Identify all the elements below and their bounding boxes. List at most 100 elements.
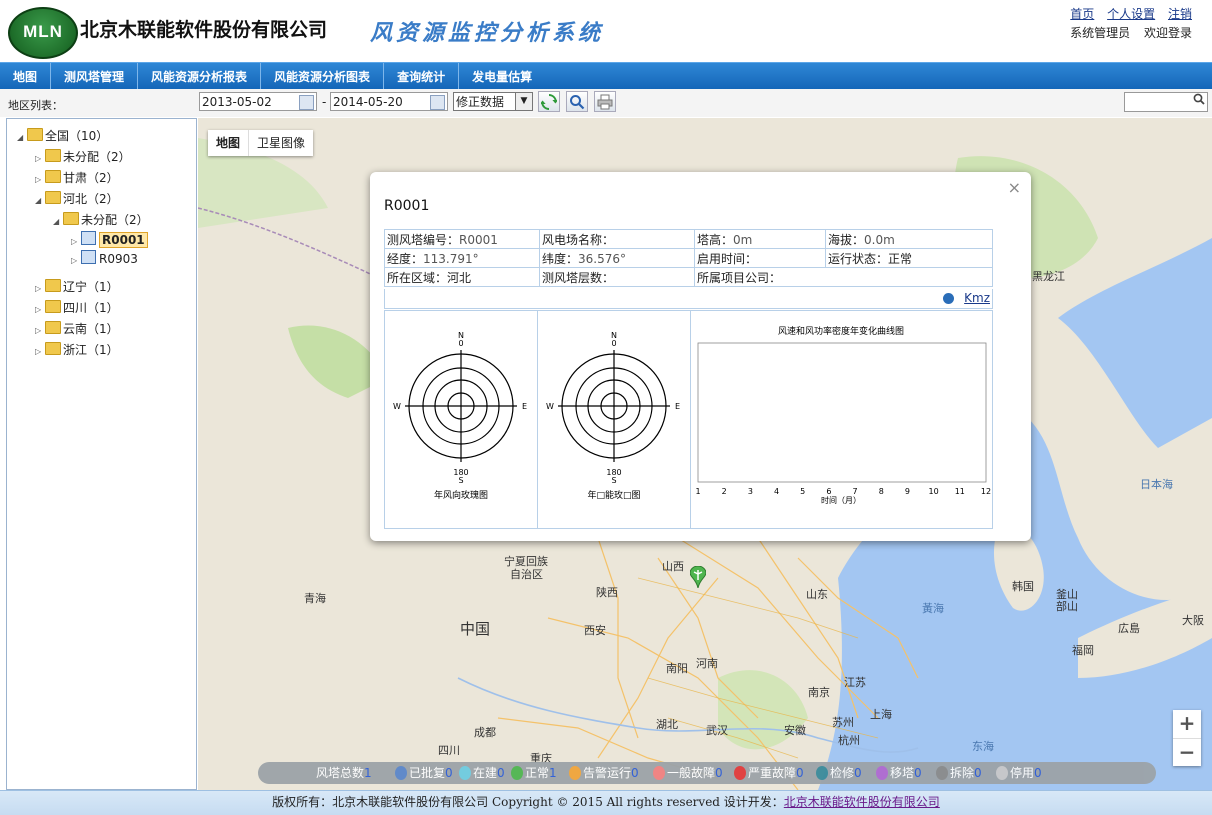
legend-count: 0 (497, 766, 505, 780)
tree-node-r0001[interactable]: ▷ R0001 (71, 231, 148, 249)
refresh-icon (539, 94, 559, 110)
curve-title: 风速和风功率密度年变化曲线图 (778, 325, 904, 337)
kmz-link[interactable]: Kmz (964, 291, 990, 305)
home-link[interactable]: 首页 (1070, 7, 1094, 21)
map-label: 南京 (808, 686, 830, 699)
info-cell: 纬度：36.576° (539, 248, 695, 268)
tower-marker-icon[interactable] (690, 566, 706, 588)
refresh-button[interactable] (538, 91, 560, 112)
legend-label: 移塔 (890, 766, 915, 780)
zoom-out-button[interactable]: − (1173, 739, 1201, 767)
expand-arrow-icon[interactable]: ▷ (35, 171, 45, 189)
map-label: 山东 (806, 588, 828, 601)
data-type-select[interactable]: 修正数据 ▼ (453, 92, 533, 111)
tree-node-zhejiang[interactable]: ▷ 浙江（1） (35, 341, 119, 359)
nav-resource-report[interactable]: 风能资源分析报表 (138, 63, 262, 89)
info-cell: 所在区域：河北 (384, 267, 540, 287)
tower-pin-icon (734, 766, 746, 780)
zoom-in-button[interactable]: + (1173, 710, 1201, 739)
map-label: 広島 (1118, 622, 1140, 635)
close-icon[interactable]: × (1008, 178, 1021, 197)
expand-arrow-icon[interactable]: ▷ (35, 322, 45, 340)
tree-node-yunnan[interactable]: ▷ 云南（1） (35, 320, 119, 338)
search-input[interactable] (1124, 92, 1208, 112)
nav-power-estimate[interactable]: 发电量估算 (459, 63, 545, 89)
map-label: 中国 (460, 620, 491, 638)
end-date-input[interactable]: 2014-05-20 (330, 92, 448, 111)
tree-node-unassigned[interactable]: ▷ 未分配（2） (35, 148, 131, 166)
tower-pin-icon (395, 766, 407, 780)
tower-pin-icon (459, 766, 471, 780)
legend-label: 严重故障 (748, 766, 797, 780)
map-label: 韩国 (1012, 580, 1034, 593)
nav-resource-charts[interactable]: 风能资源分析图表 (261, 63, 385, 89)
expand-arrow-icon[interactable]: ▷ (35, 150, 45, 168)
expand-arrow-icon[interactable]: ▷ (35, 280, 45, 298)
tree-node-sichuan[interactable]: ▷ 四川（1） (35, 299, 119, 317)
calendar-icon[interactable] (430, 95, 445, 110)
tab-map[interactable]: 地图 (208, 130, 250, 156)
personal-settings-link[interactable]: 个人设置 (1107, 7, 1155, 21)
tree-node-national[interactable]: ◢ 全国（10） (17, 127, 108, 145)
map-label: 南阳 (666, 662, 688, 675)
curve-x-tick: 11 (955, 487, 965, 496)
tree-node-r0903[interactable]: ▷ R0903 (71, 250, 138, 268)
chevron-down-icon[interactable]: ▼ (515, 93, 532, 110)
collapse-arrow-icon[interactable]: ◢ (17, 129, 27, 147)
wind-direction-rose: N 0 E W 180 S 年风向玫瑰图 (393, 331, 527, 501)
tree-node-liaoning[interactable]: ▷ 辽宁（1） (35, 278, 119, 296)
energy-rose: N 0 E W 180 S 年□能玫□图 (546, 331, 680, 501)
folder-icon (45, 342, 61, 355)
rose-south-label: S (458, 476, 463, 485)
print-button[interactable] (594, 91, 616, 112)
calendar-icon[interactable] (299, 95, 314, 110)
start-date-value: 2013-05-02 (202, 95, 272, 109)
rose-north-degree: 0 (458, 339, 463, 348)
table-row: 所在区域：河北 测风塔层数： 所属项目公司： (384, 267, 993, 287)
legend-label: 告警运行 (583, 766, 632, 780)
tower-pin-icon (511, 766, 523, 780)
folder-icon (45, 149, 61, 162)
folder-icon (45, 300, 61, 313)
tree-node-hebei[interactable]: ◢ 河北（2） (35, 190, 119, 208)
map-label: 日本海 (1140, 478, 1173, 491)
magnifier-icon (570, 95, 585, 110)
expand-arrow-icon[interactable]: ▷ (35, 343, 45, 361)
collapse-arrow-icon[interactable]: ◢ (35, 192, 45, 210)
legend-count: 0 (854, 766, 862, 780)
expand-arrow-icon[interactable]: ▷ (35, 301, 45, 319)
tower-pin-icon (653, 766, 665, 780)
curve-x-tick: 5 (800, 487, 805, 496)
nav-tower-management[interactable]: 测风塔管理 (51, 63, 139, 89)
date-separator: - (322, 95, 327, 109)
developer-link[interactable]: 北京木联能软件股份有限公司 (784, 795, 940, 809)
curve-x-tick: 4 (774, 487, 779, 496)
nav-map[interactable]: 地图 (0, 63, 52, 89)
tree-node-hebei-unassigned[interactable]: ◢ 未分配（2） (53, 211, 149, 229)
curve-x-tick: 6 (826, 487, 831, 496)
collapse-arrow-icon[interactable]: ◢ (53, 213, 63, 231)
tower-info-table: 测风塔编号：R0001 风电场名称： 塔高：0m 海拔：0.0m 经度：113.… (384, 229, 993, 287)
tree-node-gansu[interactable]: ▷ 甘肃（2） (35, 169, 119, 187)
main-nav: 地图 测风塔管理 风能资源分析报表 风能资源分析图表 查询统计 发电量估算 (0, 62, 1212, 89)
tab-satellite[interactable]: 卫星图像 (249, 130, 313, 156)
map-label: 四川 (438, 744, 460, 757)
start-date-input[interactable]: 2013-05-02 (199, 92, 317, 111)
wind-rose-cell: N 0 E W 180 S 年风向玫瑰图 (385, 311, 538, 528)
rose-south-label: S (611, 476, 616, 485)
search-icon[interactable] (1193, 93, 1205, 108)
info-cell: 所属项目公司： (694, 267, 993, 287)
expand-arrow-icon[interactable]: ▷ (71, 233, 81, 251)
search-button[interactable] (566, 91, 588, 112)
map-label: 自治区 (510, 568, 543, 581)
top-links: 首页 个人设置 注销 (1061, 5, 1192, 22)
nav-query-stats[interactable]: 查询统计 (384, 63, 460, 89)
logout-link[interactable]: 注销 (1168, 7, 1192, 21)
curve-chart-cell: 风速和风功率密度年变化曲线图 1 2 3 4 5 6 7 8 9 10 11 12 时间（月） (691, 311, 992, 528)
legend-total: 风塔总数1 (316, 766, 372, 780)
map-label: 成都 (474, 726, 496, 739)
expand-arrow-icon[interactable]: ▷ (71, 252, 81, 270)
rose-caption: 年□能玫□图 (587, 489, 640, 501)
map-label: 河南 (696, 657, 718, 670)
info-cell: 海拔：0.0m (825, 229, 993, 249)
